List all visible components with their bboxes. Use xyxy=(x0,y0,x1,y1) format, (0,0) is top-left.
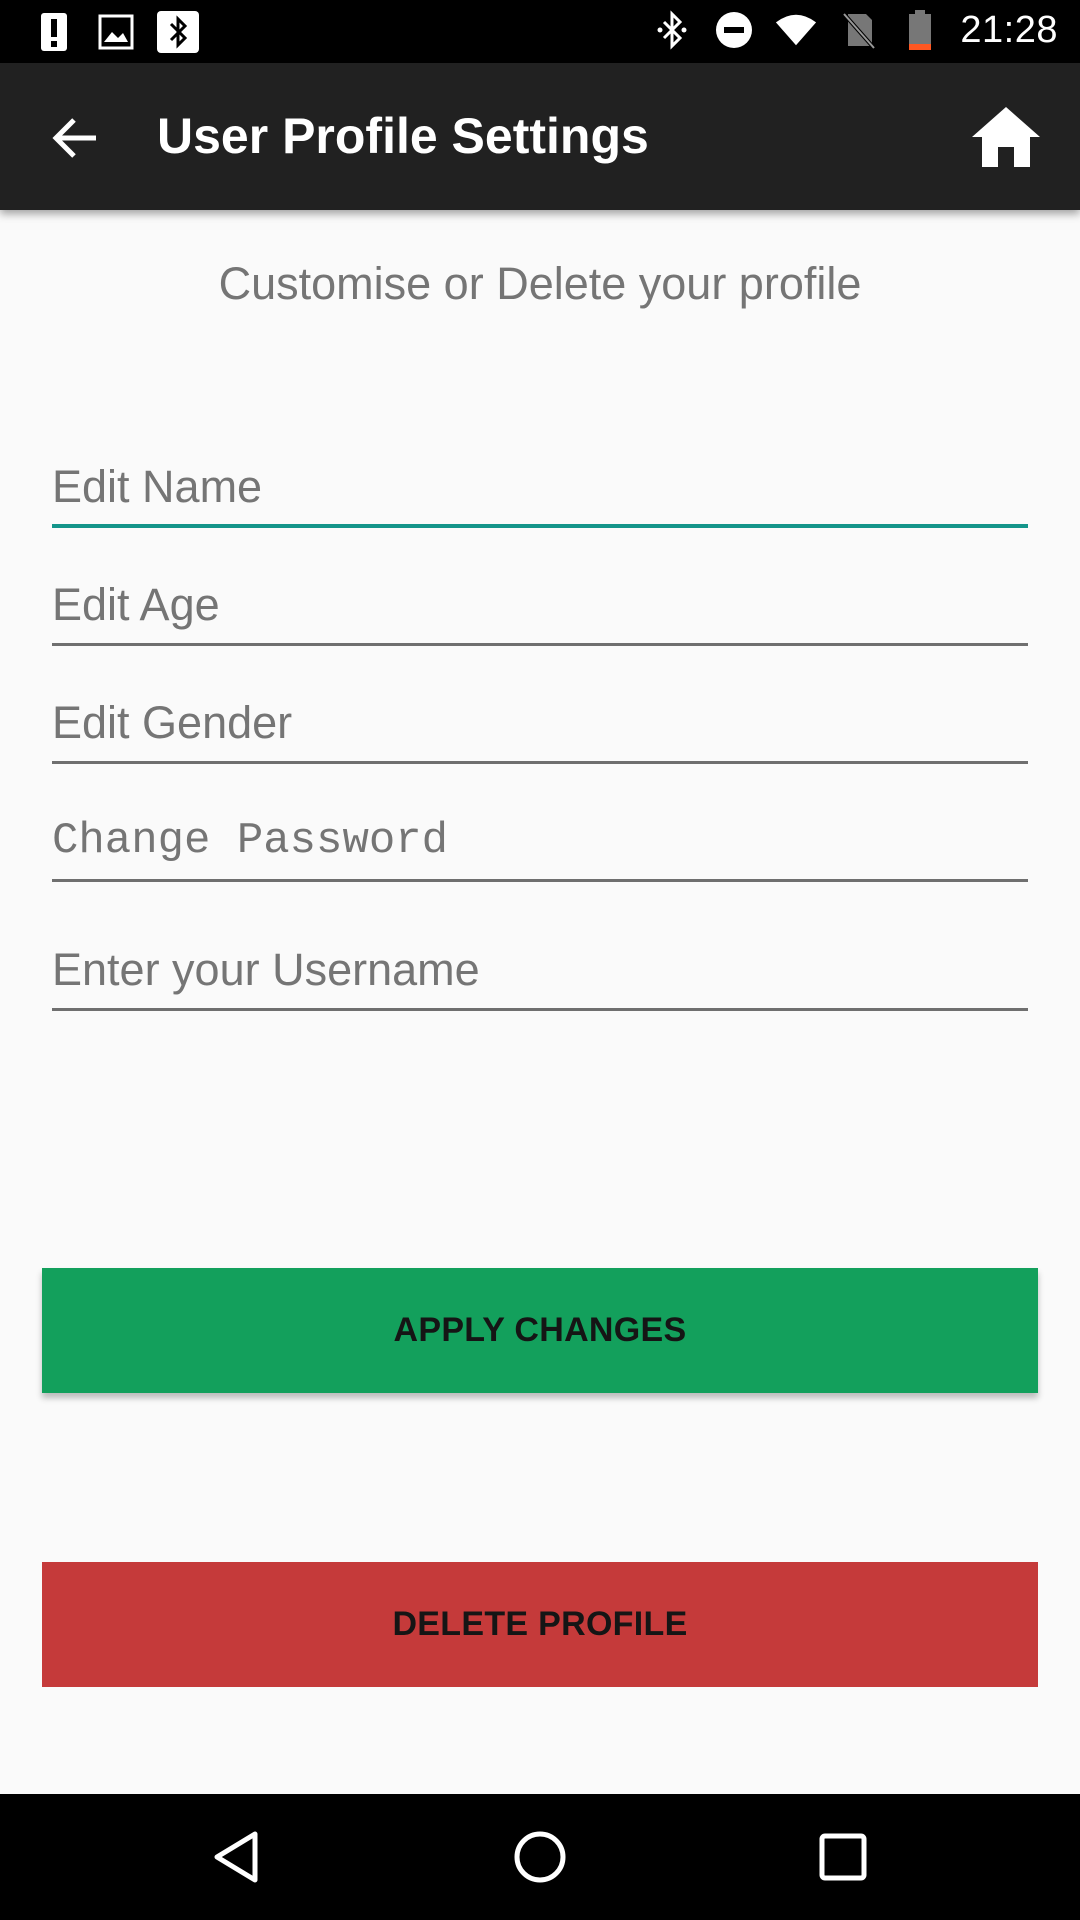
apply-changes-button[interactable]: APPLY CHANGES xyxy=(42,1268,1038,1393)
edit-name-underline xyxy=(52,524,1028,528)
edit-gender-input[interactable] xyxy=(52,688,1028,758)
nav-home-icon xyxy=(514,1831,566,1883)
change-password-underline xyxy=(52,879,1028,882)
username-underline xyxy=(52,1008,1028,1011)
edit-gender-field xyxy=(52,688,1028,764)
status-time: 21:28 xyxy=(960,8,1058,51)
edit-age-underline xyxy=(52,643,1028,646)
page-title: User Profile Settings xyxy=(157,108,649,164)
status-left-icons xyxy=(32,10,200,54)
change-password-field xyxy=(52,806,1028,882)
home-button[interactable] xyxy=(966,99,1046,175)
nav-home-button[interactable] xyxy=(500,1822,580,1892)
nav-recents-button[interactable] xyxy=(803,1822,883,1892)
delete-profile-button[interactable]: DELETE PROFILE xyxy=(42,1562,1038,1687)
edit-age-input[interactable] xyxy=(52,570,1028,640)
status-right-icons: 21:28 xyxy=(650,8,1058,52)
edit-name-input[interactable] xyxy=(52,452,1028,522)
alert-icon xyxy=(32,10,76,54)
bluetooth-icon xyxy=(650,8,694,52)
bluetooth-box-icon xyxy=(156,10,200,54)
username-field xyxy=(52,935,1028,1011)
nav-recents-icon xyxy=(819,1833,867,1881)
battery-low-icon xyxy=(898,8,942,52)
username-input[interactable] xyxy=(52,935,1028,1005)
do-not-disturb-icon xyxy=(712,8,756,52)
change-password-input[interactable] xyxy=(52,806,1028,876)
arrow-back-icon xyxy=(52,118,96,158)
no-sim-icon xyxy=(836,8,880,52)
home-icon xyxy=(972,107,1040,167)
nav-back-button[interactable] xyxy=(196,1822,276,1892)
wifi-icon xyxy=(774,8,818,52)
status-bar: 21:28 xyxy=(0,0,1080,63)
edit-age-field xyxy=(52,570,1028,646)
screen: 21:28 User Profile Settings Customise or… xyxy=(0,0,1080,1920)
back-button[interactable] xyxy=(34,103,114,173)
edit-gender-underline xyxy=(52,761,1028,764)
nav-back-icon xyxy=(214,1831,258,1883)
image-icon xyxy=(94,10,138,54)
system-nav-bar xyxy=(0,1794,1080,1920)
edit-name-field xyxy=(52,452,1028,528)
app-bar: User Profile Settings xyxy=(0,63,1080,210)
page-subtitle: Customise or Delete your profile xyxy=(218,258,862,309)
